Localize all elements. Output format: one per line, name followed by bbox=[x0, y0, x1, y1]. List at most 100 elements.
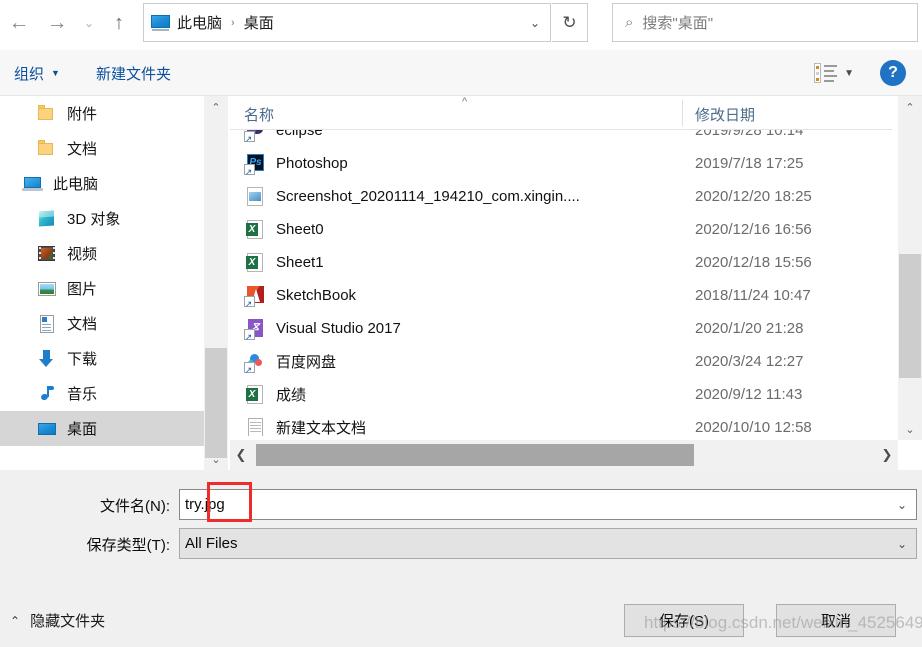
table-row[interactable]: ⧖ Visual Studio 2017 2020/1/20 21:28 bbox=[230, 312, 892, 345]
table-row[interactable]: Ps Photoshop 2019/7/18 17:25 bbox=[230, 147, 892, 180]
sidebar-item-label: 文档 bbox=[67, 141, 98, 158]
chevron-down-icon[interactable]: ⌄ bbox=[204, 448, 228, 470]
sidebar-scrollbar[interactable]: ⌃ ⌄ bbox=[204, 96, 228, 470]
table-row[interactable]: 新建文本文档 2020/10/10 12:58 bbox=[230, 411, 892, 436]
chevron-left-icon[interactable]: ❮ bbox=[230, 440, 252, 470]
breadcrumb-item-1[interactable]: 桌面 bbox=[242, 12, 276, 33]
file-name-cell[interactable]: Ps Photoshop bbox=[244, 147, 348, 180]
chevron-up-icon[interactable]: ⌃ bbox=[204, 96, 228, 118]
file-list-horizontal-scrollbar[interactable]: ❮ ❯ bbox=[230, 440, 898, 470]
hide-folders-toggle[interactable]: ⌃ 隐藏文件夹 bbox=[10, 610, 105, 631]
chevron-down-icon[interactable]: ⌄ bbox=[530, 16, 540, 30]
file-name-label: 百度网盘 bbox=[276, 354, 337, 371]
file-date-cell: 2020/3/24 12:27 bbox=[695, 353, 804, 370]
chevron-right-icon[interactable]: ❯ bbox=[876, 440, 898, 470]
view-options-caret-icon[interactable]: ▼ bbox=[844, 68, 854, 79]
sidebar-item-label: 3D 对象 bbox=[67, 211, 121, 228]
textfile-icon bbox=[244, 417, 266, 436]
table-row[interactable]: 百度网盘 2020/3/24 12:27 bbox=[230, 345, 892, 378]
file-date-cell: 2019/9/28 10:14 bbox=[695, 130, 804, 139]
search-box[interactable]: ⌕ 搜索"桌面" bbox=[612, 3, 918, 42]
sidebar-item-label: 此电脑 bbox=[53, 176, 99, 193]
chevron-down-icon[interactable]: ⌄ bbox=[898, 418, 922, 440]
file-name-cell[interactable]: ⧖ Visual Studio 2017 bbox=[244, 312, 401, 345]
file-list-scrollbar-thumb[interactable] bbox=[899, 254, 921, 378]
forward-button[interactable]: → bbox=[38, 4, 76, 42]
file-name-cell[interactable]: 百度网盘 bbox=[244, 345, 336, 378]
back-button[interactable]: ← bbox=[0, 4, 38, 42]
photoshop-icon: Ps bbox=[244, 153, 266, 178]
table-row[interactable]: eclipse 2019/9/28 10:14 bbox=[230, 130, 892, 147]
organize-menu-button[interactable]: 组织 ▼ bbox=[14, 63, 60, 84]
document-icon bbox=[36, 314, 58, 334]
folder-icon bbox=[36, 104, 58, 124]
file-list-scrollbar[interactable]: ⌃ ⌄ bbox=[898, 96, 922, 440]
table-row[interactable]: X Sheet1 2020/12/18 15:56 bbox=[230, 246, 892, 279]
sidebar-item-attachments[interactable]: 附件 bbox=[0, 96, 204, 131]
sidebar-item-videos[interactable]: 视频 bbox=[0, 236, 204, 271]
table-row[interactable]: X Sheet0 2020/12/16 16:56 bbox=[230, 213, 892, 246]
file-name-cell[interactable]: X Sheet1 bbox=[244, 246, 324, 279]
up-button[interactable]: ↑ bbox=[102, 4, 136, 42]
filetype-dropdown[interactable]: All Files ⌄ bbox=[179, 528, 917, 559]
chevron-up-icon[interactable]: ⌃ bbox=[898, 96, 922, 118]
file-name-label: eclipse bbox=[276, 130, 323, 139]
new-folder-button[interactable]: 新建文件夹 bbox=[96, 63, 171, 84]
file-name-label: Screenshot_20201114_194210_com.xingin...… bbox=[276, 188, 580, 205]
file-date-cell: 2020/12/18 15:56 bbox=[695, 254, 812, 271]
excel-icon: X bbox=[244, 252, 266, 274]
file-name-cell[interactable]: 新建文本文档 bbox=[244, 411, 366, 436]
sidebar-item-label: 桌面 bbox=[67, 421, 98, 438]
view-list-icon[interactable] bbox=[814, 63, 838, 83]
picture-icon bbox=[36, 279, 58, 299]
sidebar-scrollbar-thumb[interactable] bbox=[205, 348, 227, 458]
chevron-down-icon[interactable]: ⌄ bbox=[897, 537, 907, 551]
sidebar-item-music[interactable]: 音乐 bbox=[0, 376, 204, 411]
watermark-text: https://blog.csdn.net/weixin_45256499 bbox=[644, 613, 922, 632]
filename-input[interactable]: try.jpg ⌄ bbox=[179, 489, 917, 520]
table-row[interactable]: Screenshot_20201114_194210_com.xingin...… bbox=[230, 180, 892, 213]
file-name-label: 成绩 bbox=[276, 387, 307, 404]
address-bar[interactable]: 此电脑 › 桌面 ⌄ bbox=[143, 3, 551, 42]
file-name-cell[interactable]: SketchBook bbox=[244, 279, 356, 312]
column-header-name[interactable]: 名称 bbox=[244, 104, 274, 125]
filetype-value: All Files bbox=[185, 535, 238, 552]
column-header-date[interactable]: 修改日期 bbox=[695, 104, 755, 125]
file-name-label: 新建文本文档 bbox=[276, 420, 367, 436]
chevron-down-icon[interactable]: ⌄ bbox=[897, 498, 907, 512]
search-placeholder: 搜索"桌面" bbox=[642, 15, 714, 32]
file-date-cell: 2020/12/16 16:56 bbox=[695, 221, 812, 238]
file-name-cell[interactable]: X Sheet0 bbox=[244, 213, 324, 246]
file-name-cell[interactable]: eclipse bbox=[244, 130, 323, 147]
breadcrumb-separator: › bbox=[231, 16, 235, 29]
file-name-cell[interactable]: Screenshot_20201114_194210_com.xingin...… bbox=[244, 180, 580, 213]
sidebar-item-downloads[interactable]: 下载 bbox=[0, 341, 204, 376]
folder-icon bbox=[36, 139, 58, 159]
sidebar-item-3d-objects[interactable]: 3D 对象 bbox=[0, 201, 204, 236]
baidupan-icon bbox=[244, 351, 266, 376]
hide-folders-label: 隐藏文件夹 bbox=[30, 613, 106, 630]
sidebar-item-documents-folder[interactable]: 文档 bbox=[0, 131, 204, 166]
sidebar-item-this-pc[interactable]: 此电脑 bbox=[0, 166, 204, 201]
filetype-label: 保存类型(T): bbox=[86, 537, 170, 554]
file-name-cell[interactable]: X 成绩 bbox=[244, 378, 306, 411]
excel-icon: X bbox=[244, 219, 266, 241]
table-row[interactable]: X 成绩 2020/9/12 11:43 bbox=[230, 378, 892, 411]
sidebar-item-documents[interactable]: 文档 bbox=[0, 306, 204, 341]
refresh-button[interactable]: ↻ bbox=[552, 3, 588, 42]
horizontal-scrollbar-thumb[interactable] bbox=[256, 444, 694, 466]
sidebar-item-desktop[interactable]: 桌面 bbox=[0, 411, 204, 446]
video-icon bbox=[36, 244, 58, 264]
vstudio-icon: ⧖ bbox=[244, 318, 266, 343]
file-name-label: Sheet0 bbox=[276, 221, 324, 238]
help-button[interactable]: ? bbox=[880, 60, 906, 86]
sidebar-item-pictures[interactable]: 图片 bbox=[0, 271, 204, 306]
column-divider[interactable] bbox=[682, 100, 683, 126]
cube-icon bbox=[36, 209, 58, 229]
recent-locations-button[interactable]: ⌄ bbox=[76, 4, 102, 42]
table-row[interactable]: SketchBook 2018/11/24 10:47 bbox=[230, 279, 892, 312]
breadcrumb-item-0[interactable]: 此电脑 bbox=[175, 12, 224, 33]
chevron-down-icon: ▼ bbox=[51, 68, 60, 78]
navigation-pane: 附件 文档 此电脑 3D 对象 视频 图片 文档 下载 音乐 桌面 bbox=[0, 96, 204, 470]
sidebar-item-label: 视频 bbox=[67, 246, 98, 263]
